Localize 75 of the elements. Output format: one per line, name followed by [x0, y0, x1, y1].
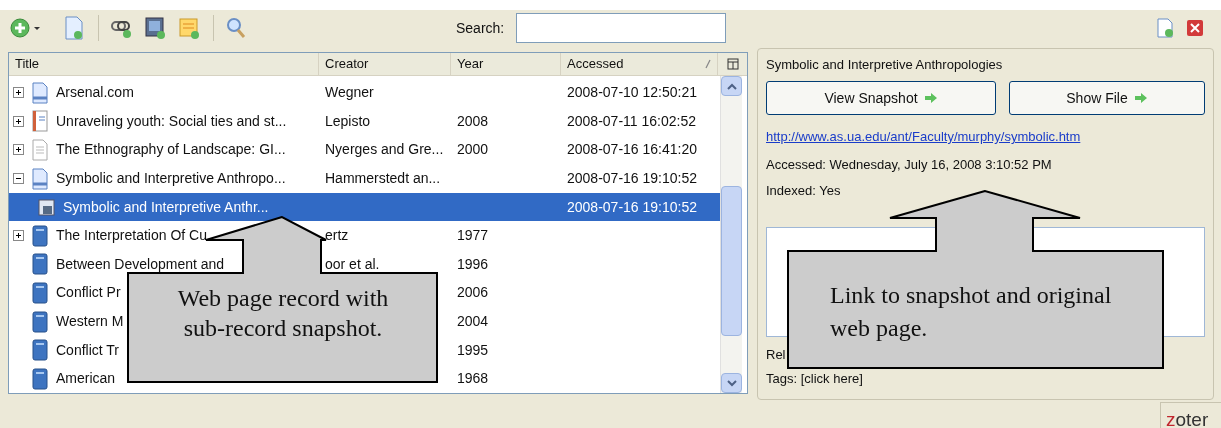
expand-icon[interactable] [13, 144, 24, 156]
scroll-up-button[interactable] [721, 76, 742, 97]
year-cell: 1996 [457, 255, 489, 272]
year-cell: 2006 [457, 284, 489, 301]
year-cell: 2000 [457, 141, 489, 158]
url-link[interactable]: http://www.as.ua.edu/ant/Faculty/murphy/symbolic.htm [766, 127, 1081, 147]
report-icon [30, 110, 50, 133]
title-cell[interactable]: Symbolic and Interpretive Anthropo... [56, 168, 286, 190]
expand-icon[interactable] [13, 115, 24, 127]
right-arrow-icon [1133, 92, 1148, 104]
column-picker-icon[interactable] [726, 58, 739, 71]
year-cell: 2004 [457, 313, 489, 329]
creator-cell: Hammerstedt an... [325, 170, 441, 187]
column-header[interactable]: Creator [319, 53, 451, 76]
creator-cell: Nyerges and Gre... [325, 141, 444, 158]
title-cell[interactable]: Unraveling youth: Social ties and st... [56, 110, 287, 132]
accessed-text: Accessed: Wednesday, July 16, 2008 3:10:52 PM [766, 155, 1052, 174]
year-cell: 2008 [457, 112, 489, 129]
callout-text: Web page record with sub-record snapshot. [176, 284, 390, 343]
book-icon [30, 281, 50, 304]
title-cell[interactable]: American [56, 368, 116, 390]
related-label: Rel [766, 345, 786, 364]
column-header[interactable]: Title [9, 53, 319, 76]
title-cell[interactable]: The Interpretation Of Cu [56, 225, 207, 247]
year-cell: 1995 [457, 341, 489, 358]
scrollbar[interactable] [720, 76, 742, 393]
new-document-icon[interactable] [1156, 18, 1175, 38]
page-icon [30, 81, 50, 104]
accessed-cell: 2008-07-16 16:41:20 [567, 141, 697, 158]
search-label: Search: [456, 18, 505, 38]
right-arrow-icon [923, 92, 938, 104]
accessed-cell: 2008-07-10 12:50:21 [567, 84, 697, 101]
scroll-thumb[interactable] [721, 186, 742, 337]
page-icon [30, 167, 50, 190]
title-cell[interactable]: Conflict Pr [56, 282, 121, 304]
document-icon [30, 138, 50, 161]
title-cell[interactable]: Between Development and [56, 253, 225, 275]
attachment-button[interactable]: Show File [1009, 81, 1205, 115]
search-icon[interactable] [226, 17, 246, 39]
book-icon [30, 253, 50, 276]
book-icon [30, 224, 50, 247]
close-icon[interactable] [1186, 19, 1205, 37]
expand-icon[interactable] [13, 230, 24, 242]
book-icon [30, 310, 50, 333]
selected-row[interactable]: Symbolic and Interpretive Anthr... 2008-07-16 19:10:52 [9, 192, 720, 222]
accessed-cell: 2008-07-16 19:10:52 [567, 170, 697, 187]
callout-text: Link to snapshot and original web page. [830, 281, 1113, 343]
title-cell[interactable]: Symbolic and Interpretive Anthr... [63, 196, 269, 218]
title-cell[interactable]: The Ethnography of Landscape: GI... [56, 139, 286, 161]
creator-cell: ertz [325, 227, 349, 244]
snapshot-icon [37, 196, 57, 219]
title-cell[interactable]: Arsenal.com [56, 82, 134, 104]
title-cell[interactable]: Conflict Tr [56, 339, 119, 361]
indexed-text: Indexed: Yes [766, 182, 841, 200]
year-cell: 1968 [457, 370, 489, 387]
accessed-cell: 2008-07-11 16:02:52 [567, 112, 696, 129]
column-header[interactable]: Accessed [561, 53, 718, 76]
accessed-cell: 2008-07-16 19:10:52 [567, 198, 697, 215]
add-snapshot-icon[interactable] [145, 16, 167, 40]
column-header[interactable]: Year [451, 53, 561, 76]
book-icon [30, 367, 50, 390]
zotero-logo: zoter [1165, 408, 1210, 428]
year-cell: 1977 [457, 227, 489, 244]
attachment-button[interactable]: View Snapshot [766, 81, 996, 115]
book-icon [30, 339, 50, 362]
creator-cell: Wegner [325, 84, 374, 101]
creator-cell: oor et al. [325, 255, 380, 272]
attachment-title: Symbolic and Interpretive Anthropologies [766, 56, 1004, 74]
search-field[interactable] [516, 13, 727, 43]
tags-label[interactable]: Tags: [click here] [766, 371, 863, 386]
expand-icon[interactable] [13, 87, 24, 99]
collapse-icon[interactable] [13, 173, 24, 185]
scroll-down-button[interactable] [721, 373, 742, 393]
title-cell[interactable]: Western M [56, 311, 124, 332]
creator-cell: Lepisto [325, 112, 371, 129]
